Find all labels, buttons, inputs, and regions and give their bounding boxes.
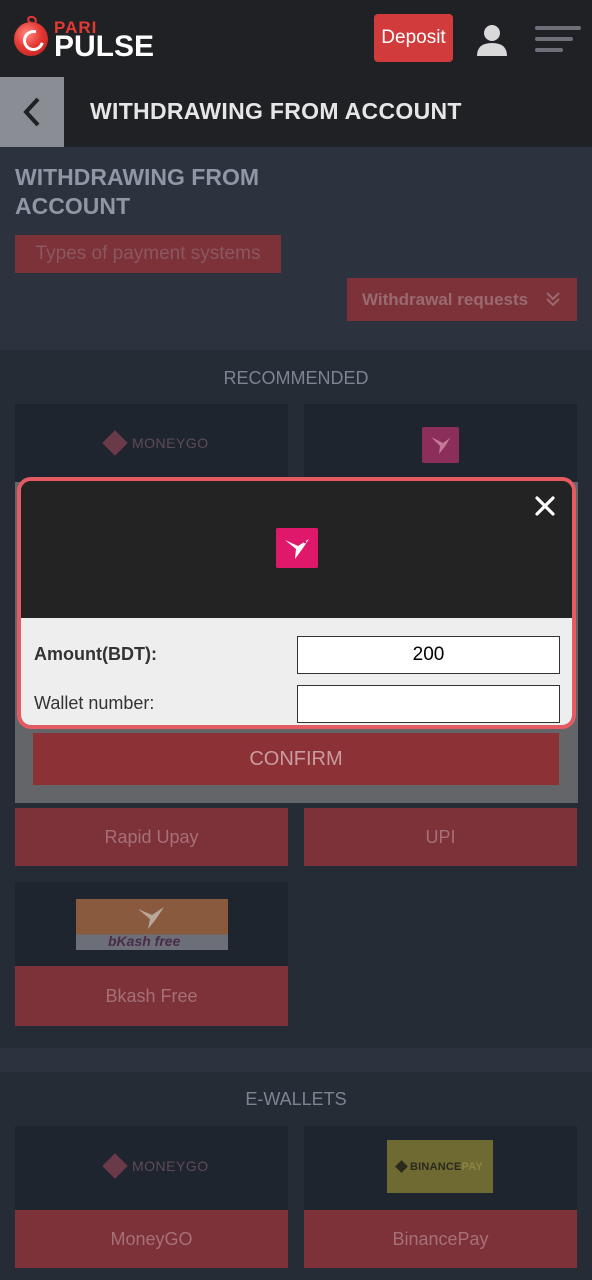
- moneygo-button[interactable]: MoneyGO: [15, 1210, 288, 1268]
- wallet-number-label: Wallet number:: [34, 693, 155, 713]
- confirm-button[interactable]: CONFIRM: [33, 733, 559, 785]
- types-of-payment-systems-button[interactable]: Types of payment systems: [15, 235, 281, 273]
- withdraw-dialog: Amount(BDT): Wallet number:: [17, 477, 576, 729]
- close-icon[interactable]: [534, 495, 556, 517]
- binance-diamond-icon: [395, 1160, 408, 1173]
- wallet-number-input[interactable]: [297, 685, 560, 723]
- pari-pulse-logo[interactable]: PARI PULSE: [14, 14, 174, 64]
- dialog-form: Amount(BDT): Wallet number:: [21, 618, 572, 725]
- deposit-button[interactable]: Deposit: [374, 14, 453, 62]
- amount-label: Amount(BDT):: [34, 644, 157, 664]
- withdrawal-requests-button[interactable]: Withdrawal requests: [347, 278, 577, 321]
- page-title: WITHDRAWING FROM ACCOUNT: [90, 98, 462, 124]
- moneygo-diamond-icon: [102, 430, 128, 456]
- bkash-free-button[interactable]: Bkash Free: [15, 966, 288, 1026]
- user-icon[interactable]: [474, 22, 510, 58]
- recommended-title: RECOMMENDED: [223, 368, 369, 388]
- title-bar: WITHDRAWING FROM ACCOUNT: [0, 77, 592, 147]
- moneygo-wallet-diamond-icon: [102, 1153, 128, 1179]
- payment-system-logo-icon: [276, 528, 318, 568]
- rapid-upay-button[interactable]: Rapid Upay: [15, 808, 288, 866]
- withdrawal-requests-label: Withdrawal requests: [362, 289, 529, 309]
- page-heading: WITHDRAWING FROM ACCOUNT: [15, 164, 260, 219]
- upi-button[interactable]: UPI: [304, 808, 577, 866]
- moneygo-logo: MONEYGO: [102, 430, 209, 456]
- amount-input[interactable]: [297, 636, 560, 674]
- ewallets-title: E-WALLETS: [245, 1089, 347, 1109]
- top-header: PARI PULSE Deposit: [0, 0, 592, 77]
- dialog-header: [21, 481, 572, 618]
- double-chevron-down-icon: [546, 292, 560, 307]
- moneygo-wallet-logo: MONEYGO: [102, 1153, 209, 1179]
- bkash-free-logo: bKash free: [76, 899, 228, 950]
- chevron-left-icon: [23, 97, 40, 127]
- bird-logo-icon: [422, 427, 459, 463]
- menu-icon[interactable]: [535, 26, 581, 54]
- binancepay-logo: BINANCE PAY: [387, 1140, 493, 1193]
- binancepay-button[interactable]: BinancePay: [304, 1210, 577, 1268]
- back-button[interactable]: [0, 77, 64, 147]
- bkash-bird-icon: [138, 907, 164, 929]
- logo-text-bottom: PULSE: [54, 30, 155, 63]
- logo-ball-icon: [14, 22, 48, 56]
